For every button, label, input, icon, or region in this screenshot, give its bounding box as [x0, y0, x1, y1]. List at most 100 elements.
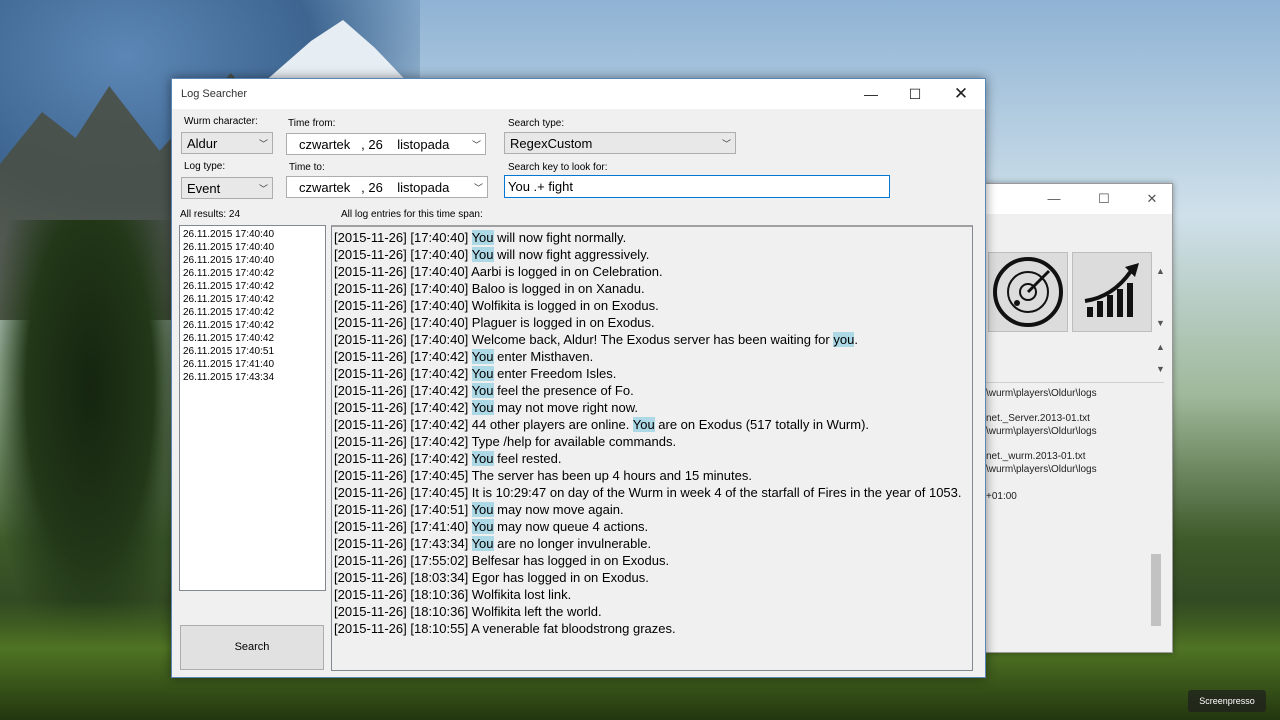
- log-line[interactable]: [2015-11-26] [17:40:40] You will now fig…: [334, 246, 972, 263]
- bg-scrollbar[interactable]: [1149, 389, 1163, 641]
- bg-text-line: net._wurm.2013-01.txt: [986, 451, 1086, 462]
- log-line-prefix: [2015-11-26] [17:40:40] Baloo is logged …: [334, 281, 645, 296]
- time-to-value: czwartek , 26 listopada: [299, 180, 450, 195]
- bg-scroll-up-icon-2[interactable]: ▲: [1156, 342, 1165, 352]
- chevron-down-icon[interactable]: ﹀: [722, 137, 731, 150]
- log-line-prefix: [2015-11-26] [17:41:40]: [334, 519, 472, 534]
- desktop-trees: [0, 220, 180, 640]
- log-line-highlight: You: [471, 536, 494, 551]
- bg-text-line: +01:00: [986, 491, 1017, 502]
- wurm-character-value: Aldur: [187, 136, 218, 151]
- maximize-button[interactable]: ☐: [892, 79, 938, 109]
- search-type-value: RegexCustom: [510, 136, 593, 151]
- log-line[interactable]: [2015-11-26] [17:43:34] You are no longe…: [334, 535, 972, 552]
- log-line[interactable]: [2015-11-26] [18:10:36] Wolfikita left t…: [334, 603, 972, 620]
- log-line-prefix: [2015-11-26] [18:10:36] Wolfikita lost l…: [334, 587, 572, 602]
- log-line[interactable]: [2015-11-26] [17:40:40] Plaguer is logge…: [334, 314, 972, 331]
- log-line-suffix: may now queue 4 actions.: [493, 519, 649, 534]
- search-key-input[interactable]: [508, 177, 878, 196]
- bg-minimize-button[interactable]: —: [1044, 190, 1064, 208]
- close-button[interactable]: ✕: [938, 79, 984, 109]
- log-line[interactable]: [2015-11-26] [17:40:45] The server has b…: [334, 467, 972, 484]
- list-item[interactable]: 26.11.2015 17:40:42: [183, 280, 325, 293]
- list-item[interactable]: 26.11.2015 17:40:40: [183, 241, 325, 254]
- log-line[interactable]: [2015-11-26] [17:40:42] 44 other players…: [334, 416, 972, 433]
- results-list[interactable]: 26.11.2015 17:40:40 26.11.2015 17:40:40 …: [179, 225, 326, 591]
- log-line-prefix: [2015-11-26] [17:40:42]: [334, 349, 472, 364]
- all-entries-label: All log entries for this time span:: [341, 209, 483, 220]
- chevron-down-icon[interactable]: ﹀: [472, 138, 481, 151]
- search-key-field[interactable]: [504, 175, 890, 198]
- bg-scrollbar-thumb[interactable]: [1151, 554, 1161, 626]
- list-item[interactable]: 26.11.2015 17:40:42: [183, 306, 325, 319]
- log-line-prefix: [2015-11-26] [17:40:42]: [334, 400, 472, 415]
- search-button[interactable]: Search: [180, 625, 324, 670]
- log-line-highlight: You: [632, 417, 655, 432]
- log-line[interactable]: [2015-11-26] [17:40:40] Welcome back, Al…: [334, 331, 972, 348]
- log-line[interactable]: [2015-11-26] [17:40:40] Baloo is logged …: [334, 280, 972, 297]
- log-line[interactable]: [2015-11-26] [17:40:42] You may not move…: [334, 399, 972, 416]
- list-item[interactable]: 26.11.2015 17:40:51: [183, 345, 325, 358]
- log-line-suffix: are no longer invulnerable.: [493, 536, 652, 551]
- chevron-down-icon[interactable]: ﹀: [259, 137, 268, 150]
- list-item[interactable]: 26.11.2015 17:41:40: [183, 358, 325, 371]
- log-searcher-window[interactable]: Log Searcher — ☐ ✕ Wurm character: Aldur…: [171, 78, 986, 678]
- window-title: Log Searcher: [181, 88, 248, 100]
- minimize-button[interactable]: —: [848, 79, 894, 109]
- bg-maximize-button[interactable]: ☐: [1094, 190, 1114, 208]
- bg-scroll-up-icon[interactable]: ▲: [1156, 266, 1165, 276]
- list-item[interactable]: 26.11.2015 17:40:40: [183, 254, 325, 267]
- list-item[interactable]: 26.11.2015 17:40:42: [183, 293, 325, 306]
- log-line-suffix: will now fight normally.: [493, 230, 627, 245]
- log-line[interactable]: [2015-11-26] [18:03:34] Egor has logged …: [334, 569, 972, 586]
- chevron-down-icon[interactable]: ﹀: [474, 181, 483, 194]
- log-type-value: Event: [187, 181, 221, 196]
- log-line-prefix: [2015-11-26] [17:40:42]: [334, 451, 472, 466]
- bg-close-button[interactable]: ✕: [1142, 190, 1162, 208]
- log-line[interactable]: [2015-11-26] [17:55:02] Belfesar has log…: [334, 552, 972, 569]
- search-type-select[interactable]: RegexCustom ﹀: [504, 132, 736, 154]
- chevron-down-icon[interactable]: ﹀: [259, 182, 268, 195]
- log-line[interactable]: [2015-11-26] [17:41:40] You may now queu…: [334, 518, 972, 535]
- log-line[interactable]: [2015-11-26] [18:10:36] Wolfikita lost l…: [334, 586, 972, 603]
- log-line[interactable]: [2015-11-26] [17:40:42] You feel rested.: [334, 450, 972, 467]
- log-line-highlight: You: [471, 349, 494, 364]
- log-line-prefix: [2015-11-26] [17:43:34]: [334, 536, 472, 551]
- log-line-prefix: [2015-11-26] [17:40:42]: [334, 366, 472, 381]
- log-line-prefix: [2015-11-26] [17:55:02] Belfesar has log…: [334, 553, 670, 568]
- log-line-suffix: will now fight aggressively.: [493, 247, 650, 262]
- time-to-picker[interactable]: czwartek , 26 listopada ﹀: [286, 176, 488, 198]
- log-line[interactable]: [2015-11-26] [17:40:42] Type /help for a…: [334, 433, 972, 450]
- log-line[interactable]: [2015-11-26] [17:40:42] You enter Mistha…: [334, 348, 972, 365]
- list-item[interactable]: 26.11.2015 17:40:42: [183, 319, 325, 332]
- log-line[interactable]: [2015-11-26] [17:40:45] It is 10:29:47 o…: [334, 484, 972, 501]
- log-type-select[interactable]: Event ﹀: [181, 177, 273, 199]
- window-titlebar[interactable]: Log Searcher — ☐ ✕: [172, 79, 985, 109]
- wurm-character-label: Wurm character:: [184, 116, 258, 127]
- log-line-highlight: You: [471, 502, 494, 517]
- log-line-highlight: You: [471, 230, 494, 245]
- bg-scroll-down-icon[interactable]: ▼: [1156, 318, 1165, 328]
- log-entries-pane[interactable]: [2015-11-26] [17:40:40] You will now fig…: [331, 225, 973, 671]
- radar-icon[interactable]: [988, 252, 1068, 332]
- log-line[interactable]: [2015-11-26] [17:40:40] Wolfikita is log…: [334, 297, 972, 314]
- log-line[interactable]: [2015-11-26] [18:10:55] A venerable fat …: [334, 620, 972, 637]
- list-item[interactable]: 26.11.2015 17:40:40: [183, 228, 325, 241]
- time-from-picker[interactable]: czwartek , 26 listopada ﹀: [286, 133, 486, 155]
- log-line-prefix: [2015-11-26] [17:40:40]: [334, 247, 472, 262]
- background-window[interactable]: — ☐ ✕ ▲ ▼ ▲ ▼ \wurm\players\Oldur\logs n…: [983, 183, 1173, 653]
- list-item[interactable]: 26.11.2015 17:40:42: [183, 332, 325, 345]
- log-line[interactable]: [2015-11-26] [17:40:42] You enter Freedo…: [334, 365, 972, 382]
- stats-growth-icon[interactable]: [1072, 252, 1152, 332]
- log-line-highlight: You: [471, 400, 494, 415]
- list-item[interactable]: 26.11.2015 17:43:34: [183, 371, 325, 384]
- bg-window-titlebar[interactable]: — ☐ ✕: [984, 184, 1172, 214]
- log-line-prefix: [2015-11-26] [17:40:45] The server has b…: [334, 468, 752, 483]
- list-item[interactable]: 26.11.2015 17:40:42: [183, 267, 325, 280]
- log-line[interactable]: [2015-11-26] [17:40:51] You may now move…: [334, 501, 972, 518]
- wurm-character-select[interactable]: Aldur ﹀: [181, 132, 273, 154]
- log-line[interactable]: [2015-11-26] [17:40:40] Aarbi is logged …: [334, 263, 972, 280]
- log-line[interactable]: [2015-11-26] [17:40:42] You feel the pre…: [334, 382, 972, 399]
- bg-scroll-down-icon-2[interactable]: ▼: [1156, 364, 1165, 374]
- log-line[interactable]: [2015-11-26] [17:40:40] You will now fig…: [334, 229, 972, 246]
